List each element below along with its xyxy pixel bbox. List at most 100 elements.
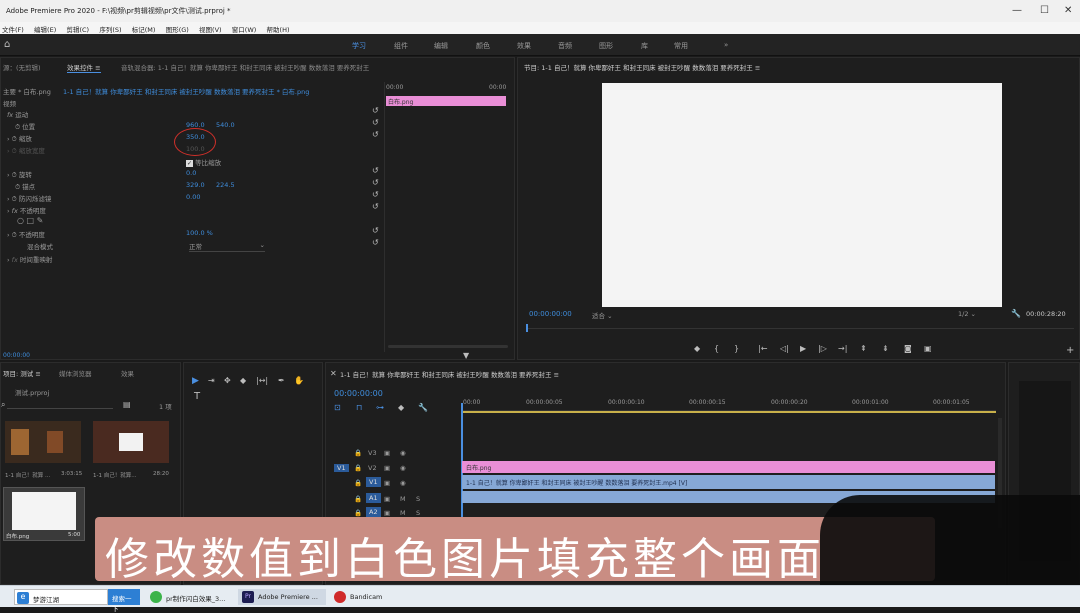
program-playhead[interactable]: [526, 324, 528, 332]
track-a1-sync-icon[interactable]: ▣: [384, 495, 390, 503]
mark-in-icon[interactable]: {: [714, 344, 719, 353]
track-a2-mute[interactable]: M: [400, 509, 406, 517]
program-scrubber[interactable]: [526, 323, 1074, 329]
menu-sequence[interactable]: 序列(S): [99, 24, 121, 34]
workspace-overflow[interactable]: »: [724, 41, 728, 49]
settings-wrench-icon[interactable]: 🔧: [418, 403, 428, 412]
workspace-editing[interactable]: 编辑: [434, 41, 448, 51]
add-button-icon[interactable]: +: [1066, 345, 1074, 356]
program-timecode[interactable]: 00:00:00:00: [529, 310, 572, 318]
ellipse-mask-icon[interactable]: ○: [17, 216, 24, 225]
reset-antiflicker-icon[interactable]: ↺: [372, 190, 379, 199]
pen-tool-icon[interactable]: ✒: [278, 376, 285, 385]
menu-marker[interactable]: 标记(M): [132, 24, 156, 34]
rotation-value[interactable]: 0.0: [186, 169, 196, 177]
reset-anchor-icon[interactable]: ↺: [372, 178, 379, 187]
project-search-input[interactable]: [7, 401, 113, 409]
track-v3-eye-icon[interactable]: ◉: [400, 449, 406, 457]
track-v3-label[interactable]: V3: [368, 449, 377, 457]
workspace-audio[interactable]: 音频: [558, 41, 572, 51]
position-y[interactable]: 540.0: [216, 121, 235, 129]
nest-icon[interactable]: ⊡: [334, 403, 341, 412]
rect-mask-icon[interactable]: □: [27, 216, 35, 225]
reset-opacity-section-icon[interactable]: ↺: [372, 202, 379, 211]
menu-graphics[interactable]: 图形(G): [166, 24, 189, 34]
track-v2-eye-icon[interactable]: ◉: [400, 464, 406, 472]
tab-source[interactable]: 源：(无剪辑): [3, 62, 41, 72]
taskbar-app-premiere[interactable]: Pr Adobe Premiere ...: [238, 589, 326, 605]
home-icon[interactable]: ⌂: [4, 39, 10, 50]
pen-mask-icon[interactable]: ✎: [37, 216, 44, 225]
search-icon[interactable]: ⌕: [1, 400, 5, 410]
menu-clip[interactable]: 剪辑(C): [66, 24, 89, 34]
menu-edit[interactable]: 编辑(E): [34, 24, 56, 34]
workspace-effects[interactable]: 效果: [517, 41, 531, 51]
track-v3-lock-icon[interactable]: 🔒: [354, 449, 362, 457]
tab-media-browser[interactable]: 媒体浏览器: [59, 368, 92, 378]
ec-zoom-scrollbar[interactable]: [388, 345, 508, 348]
snap-icon[interactable]: ⊓: [356, 403, 362, 412]
anchor-y[interactable]: 224.5: [216, 181, 235, 189]
camera-icon[interactable]: ◙: [904, 344, 912, 353]
minimize-button[interactable]: —: [1012, 5, 1022, 16]
track-v1-lock-icon[interactable]: 🔒: [354, 479, 362, 487]
timeline-ruler[interactable]: 00:00 00:00:00:05 00:00:00:10 00:00:00:1…: [461, 393, 996, 411]
blend-mode-select[interactable]: 正常 ⌄: [189, 241, 265, 252]
reset-blend-icon[interactable]: ↺: [372, 238, 379, 247]
reset-position-icon[interactable]: ↺: [372, 118, 379, 127]
add-marker-icon[interactable]: ◆: [694, 344, 700, 353]
workspace-color[interactable]: 颜色: [476, 41, 490, 51]
play-icon[interactable]: ▶: [800, 344, 806, 353]
track-v1-label[interactable]: V1: [366, 477, 381, 487]
maximize-button[interactable]: ☐: [1040, 5, 1049, 16]
project-thumb-2[interactable]: [93, 421, 169, 463]
uniform-scale-checkbox[interactable]: ✓: [186, 159, 193, 167]
program-video-frame[interactable]: [602, 83, 1002, 307]
work-area-bar[interactable]: [461, 411, 996, 413]
workspace-graphics[interactable]: 图形: [599, 41, 613, 51]
ripple-edit-tool-icon[interactable]: ✥: [224, 376, 231, 385]
fx-opacity[interactable]: › fx 不透明度: [7, 205, 46, 215]
reset-scale-icon[interactable]: ↺: [372, 130, 379, 139]
type-tool-icon[interactable]: T: [194, 391, 200, 402]
workspace-libraries[interactable]: 库: [641, 41, 648, 51]
clip-path[interactable]: 1-1 自己！就算 你卑鄙奸王 和封王同床 被封王吵醒 数数落泪 要养死封王 *…: [63, 86, 309, 96]
extract-icon[interactable]: ⇟: [882, 344, 889, 353]
antiflicker-value[interactable]: 0.00: [186, 193, 200, 201]
step-back-icon[interactable]: ◁|: [780, 344, 789, 353]
track-a2-lock-icon[interactable]: 🔒: [354, 509, 362, 517]
tab-audio-mixer[interactable]: 音轨混合器: 1-1 自己！就算 你卑鄙奸王 和封王同床 被封王吵醒 数数落泪 …: [121, 62, 369, 72]
track-v2-label[interactable]: V2: [368, 464, 377, 472]
tab-effects[interactable]: 效果: [121, 368, 134, 378]
step-forward-icon[interactable]: |▷: [818, 344, 827, 353]
track-a2-sync-icon[interactable]: ▣: [384, 509, 390, 517]
menu-view[interactable]: 视图(V): [199, 24, 222, 34]
source-patch-v1[interactable]: V1: [334, 464, 349, 472]
taskbar-search[interactable]: e 梦游江湖: [14, 589, 108, 605]
slip-tool-icon[interactable]: |↔|: [256, 376, 268, 385]
go-to-out-icon[interactable]: →|: [838, 344, 847, 353]
clip-v2-white[interactable]: 白布.png: [462, 461, 995, 473]
workspace-learn[interactable]: 学习: [352, 41, 366, 51]
track-v2-lock-icon[interactable]: 🔒: [354, 464, 362, 472]
go-to-in-icon[interactable]: |←: [758, 344, 767, 353]
filter-icon[interactable]: ▼: [463, 351, 469, 360]
project-thumb-3[interactable]: 白布.png 5:00: [3, 487, 85, 541]
lift-icon[interactable]: ⇞: [860, 344, 867, 353]
ec-current-time[interactable]: 00:00:00: [3, 352, 30, 359]
fx-motion[interactable]: fx 运动: [7, 109, 28, 119]
track-a2-solo[interactable]: S: [416, 509, 420, 517]
track-v1-sync-icon[interactable]: ▣: [384, 479, 390, 487]
menu-window[interactable]: 窗口(W): [232, 24, 257, 34]
project-thumb-1[interactable]: [5, 421, 81, 463]
track-a1-lock-icon[interactable]: 🔒: [354, 495, 362, 503]
reset-rotation-icon[interactable]: ↺: [372, 166, 379, 175]
reset-motion-icon[interactable]: ↺: [372, 106, 379, 115]
source-label[interactable]: 主要 * 白布.png: [3, 86, 51, 96]
razor-tool-icon[interactable]: ◆: [240, 376, 246, 385]
timeline-timecode[interactable]: 00:00:00:00: [334, 389, 383, 398]
workspace-common[interactable]: 常用: [674, 41, 688, 51]
track-select-tool-icon[interactable]: ⇥: [208, 376, 215, 385]
menu-help[interactable]: 帮助(H): [267, 24, 290, 34]
compare-icon[interactable]: ▣: [924, 344, 932, 353]
